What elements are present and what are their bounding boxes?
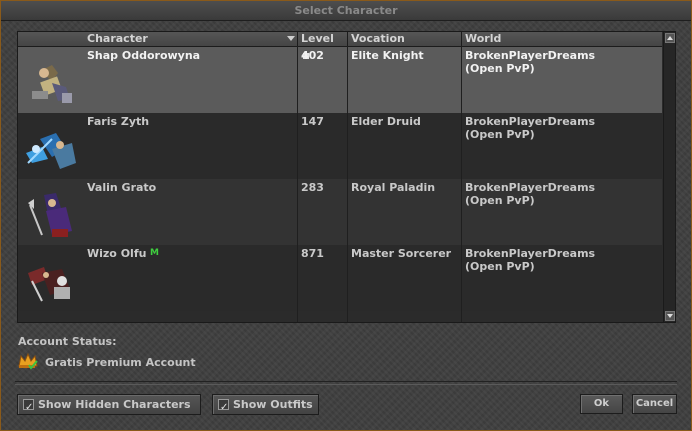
arrow-up-icon (667, 36, 673, 40)
window-title[interactable]: Select Character (1, 1, 691, 21)
select-character-window: Select Character Character Level Vocatio… (0, 0, 692, 431)
character-name: Faris Zyth (87, 115, 150, 128)
sort-descending-icon (287, 36, 295, 41)
character-name: Wizo Olfu (87, 247, 147, 260)
character-vocation: Elder Druid (351, 115, 421, 128)
character-world: BrokenPlayerDreams (465, 49, 596, 62)
character-world-type: (Open PvP) (465, 260, 535, 273)
character-vocation: Royal Paladin (351, 181, 436, 194)
character-name: Valin Grato (87, 181, 157, 194)
character-level: 283 (301, 181, 324, 194)
scroll-down-button[interactable] (665, 311, 675, 321)
character-row[interactable]: Shap Oddorowyna 402 Elite Knight BrokenP… (18, 47, 662, 113)
character-world-type: (Open PvP) (465, 128, 535, 141)
character-level: 402 (301, 49, 324, 62)
character-row[interactable]: Wizo Olfu M 871 Master Sorcerer BrokenPl… (18, 245, 662, 311)
account-status-label: Account Status: (18, 335, 117, 348)
main-badge: M (150, 248, 159, 258)
character-list[interactable]: Character Level Vocation World Shap Oddo… (17, 31, 676, 323)
character-vocation: Master Sorcerer (351, 247, 452, 260)
character-vocation: Elite Knight (351, 49, 424, 62)
paladin-outfit-icon (28, 193, 72, 237)
column-header-character[interactable]: Character (84, 32, 297, 46)
checkbox[interactable]: ✓ (23, 399, 34, 413)
character-world-type: (Open PvP) (465, 62, 535, 75)
character-world-type: (Open PvP) (465, 194, 535, 207)
checkbox[interactable]: ✓ (218, 399, 229, 413)
show-hidden-characters-toggle[interactable]: ✓ Show Hidden Characters (17, 394, 201, 415)
show-outfits-toggle[interactable]: ✓ Show Outfits (212, 394, 319, 415)
character-row[interactable]: Valin Grato 283 Royal Paladin BrokenPlay… (18, 179, 662, 245)
show-hidden-label: Show Hidden Characters (38, 398, 191, 411)
check-icon: ✓ (25, 402, 34, 413)
character-row[interactable]: Faris Zyth 147 Elder Druid BrokenPlayerD… (18, 113, 662, 179)
ok-button[interactable]: Ok (580, 394, 623, 414)
divider (15, 381, 677, 385)
list-header: Character Level Vocation World (18, 32, 662, 47)
account-status-value: Gratis Premium Account (45, 356, 196, 369)
character-name: Shap Oddorowyna (87, 49, 201, 62)
character-world: BrokenPlayerDreams (465, 115, 596, 128)
character-level: 871 (301, 247, 324, 260)
column-separator (461, 46, 462, 322)
show-outfits-label: Show Outfits (233, 398, 313, 411)
knight-outfit-icon (32, 65, 72, 103)
premium-crown-icon (18, 352, 38, 370)
check-icon: ✓ (220, 402, 229, 413)
character-world: BrokenPlayerDreams (465, 181, 596, 194)
character-level: 147 (301, 115, 324, 128)
druid-outfit-icon (26, 133, 76, 169)
column-header-world[interactable]: World (462, 32, 662, 46)
column-header-level[interactable]: Level (298, 32, 348, 46)
character-world: BrokenPlayerDreams (465, 247, 596, 260)
column-separator (297, 46, 298, 322)
sorcerer-outfit-icon (28, 267, 70, 302)
arrow-down-icon (667, 314, 673, 318)
column-header-vocation[interactable]: Vocation (348, 32, 462, 46)
vertical-scrollbar[interactable] (663, 32, 675, 322)
column-separator (347, 46, 348, 322)
scroll-up-button[interactable] (665, 33, 675, 43)
cancel-button[interactable]: Cancel (632, 394, 677, 414)
